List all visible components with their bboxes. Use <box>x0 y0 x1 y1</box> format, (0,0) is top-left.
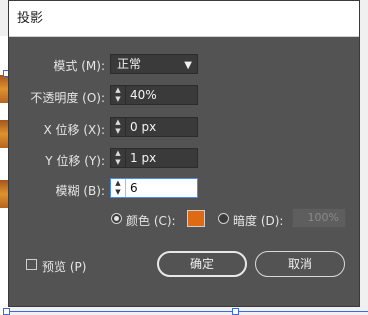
color-label: 颜色 (C): <box>126 214 176 228</box>
blur-label: 模糊 (B): <box>55 184 105 198</box>
selection-bounds <box>8 311 368 312</box>
chevron-down-icon: ▼ <box>184 60 192 71</box>
blur-value: 6 <box>130 181 138 195</box>
y-offset-label: Y 位移 (Y): <box>45 154 105 168</box>
stepper-arrows-icon[interactable]: ▲ ▼ <box>111 118 126 136</box>
mode-label: 模式 (M): <box>53 59 105 73</box>
y-offset-spinner[interactable]: ▲ ▼ 1 px <box>110 148 198 168</box>
selection-handle[interactable] <box>232 308 239 315</box>
ok-button[interactable]: 确定 <box>157 251 247 277</box>
x-offset-label: X 位移 (X): <box>43 123 105 137</box>
cancel-button[interactable]: 取消 <box>255 251 345 277</box>
stepper-arrows-icon[interactable]: ▲ ▼ <box>111 149 126 167</box>
darkness-radio[interactable] <box>218 213 229 224</box>
color-radio[interactable] <box>111 213 122 224</box>
mode-value: 正常 <box>117 57 142 71</box>
mode-select[interactable]: 正常 ▼ <box>110 54 198 74</box>
preview-label: 预览 (P) <box>42 260 87 274</box>
dialog-title: 投影 <box>9 1 359 37</box>
drop-shadow-dialog: 投影 模式 (M): 正常 ▼ 不透明度 (O): ▲ ▼ 40% X 位移 (X… <box>8 0 360 307</box>
preview-checkbox[interactable] <box>26 259 37 270</box>
stepper-arrows-icon[interactable]: ▲ ▼ <box>111 86 126 104</box>
selection-handle[interactable] <box>3 308 10 315</box>
opacity-label: 不透明度 (O): <box>30 91 105 105</box>
x-offset-value: 0 px <box>130 120 157 134</box>
darkness-input: 100% <box>292 208 346 228</box>
stepper-arrows-icon[interactable]: ▲ ▼ <box>111 179 126 197</box>
y-offset-value: 1 px <box>130 151 157 165</box>
x-offset-spinner[interactable]: ▲ ▼ 0 px <box>110 117 198 137</box>
opacity-spinner[interactable]: ▲ ▼ 40% <box>110 85 198 105</box>
blur-spinner[interactable]: ▲ ▼ 6 <box>110 178 198 198</box>
opacity-value: 40% <box>130 88 157 102</box>
shadow-color-swatch[interactable] <box>187 210 205 227</box>
darkness-label: 暗度 (D): <box>233 214 284 228</box>
